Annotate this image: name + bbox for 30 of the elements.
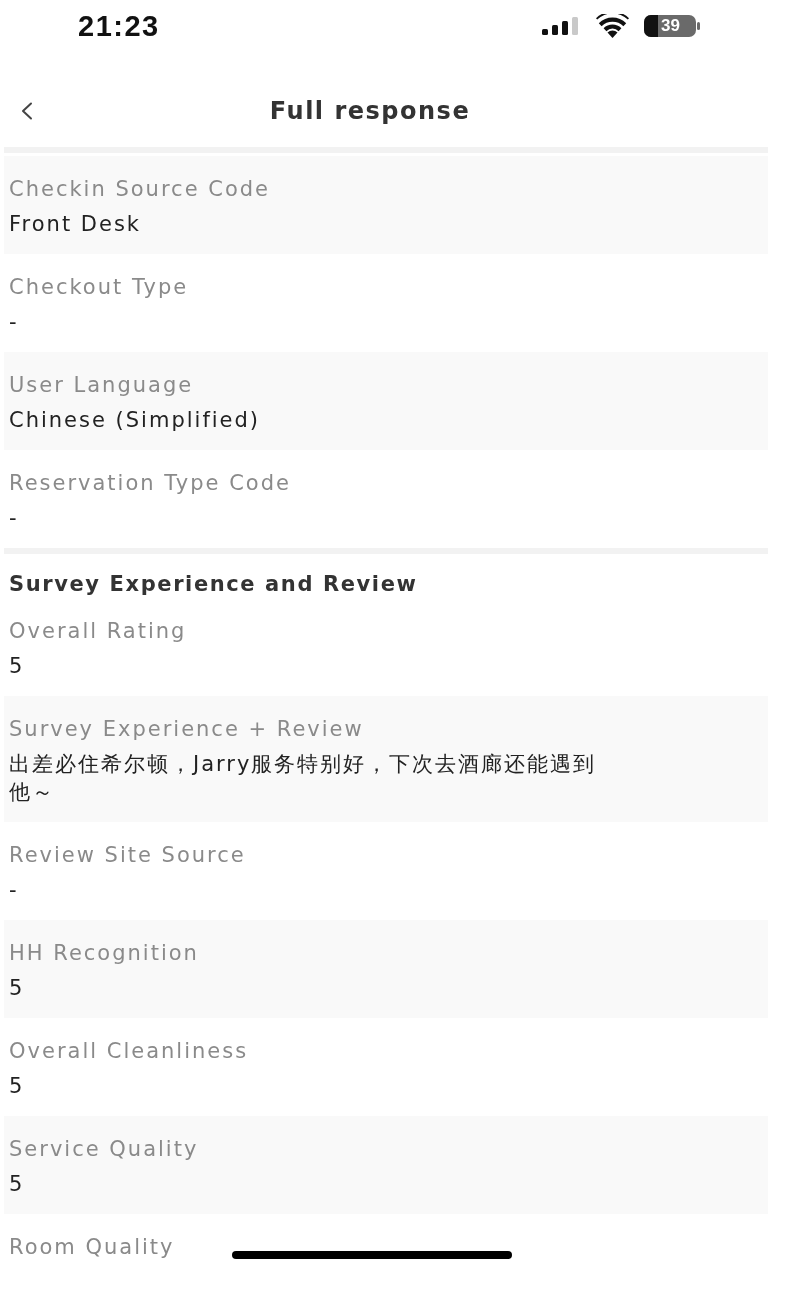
back-icon (20, 102, 34, 120)
field-value: - (9, 877, 19, 904)
field-value: 5 (9, 653, 25, 680)
field-value: - (9, 309, 19, 336)
battery-icon (644, 15, 700, 37)
field-value: Chinese (Simplified) (9, 407, 261, 434)
field-value: 出差必住希尔顿，Jarry服务特别好，下次去酒廊还能遇到他～ (9, 751, 598, 806)
section-title: Survey Experience and Review (9, 571, 418, 598)
battery-percentage: 39 (661, 16, 680, 36)
field-label: Survey Experience + Review (9, 716, 364, 743)
field-label: Checkout Type (9, 274, 189, 301)
field-label: Room Quality (9, 1234, 175, 1261)
field-label: Overall Cleanliness (9, 1038, 249, 1065)
field-value: - (9, 505, 19, 532)
field-value: 5 (9, 1073, 25, 1100)
status-time: 21:23 (78, 10, 160, 42)
field-label: Reservation Type Code (9, 470, 291, 497)
field-label: Checkin Source Code (9, 176, 270, 203)
wifi-icon (596, 14, 629, 38)
signal-icon (542, 17, 579, 35)
back-button[interactable] (20, 102, 34, 120)
page-title: Full response (269, 95, 471, 126)
field-label: Review Site Source (9, 842, 246, 869)
field-value: Front Desk (9, 211, 141, 238)
field-label: User Language (9, 372, 194, 399)
field-value: 5 (9, 975, 25, 1002)
field-label: Service Quality (9, 1136, 199, 1163)
field-value: 5 (9, 1171, 25, 1198)
field-label: Overall Rating (9, 618, 187, 645)
field-label: HH Recognition (9, 940, 199, 967)
